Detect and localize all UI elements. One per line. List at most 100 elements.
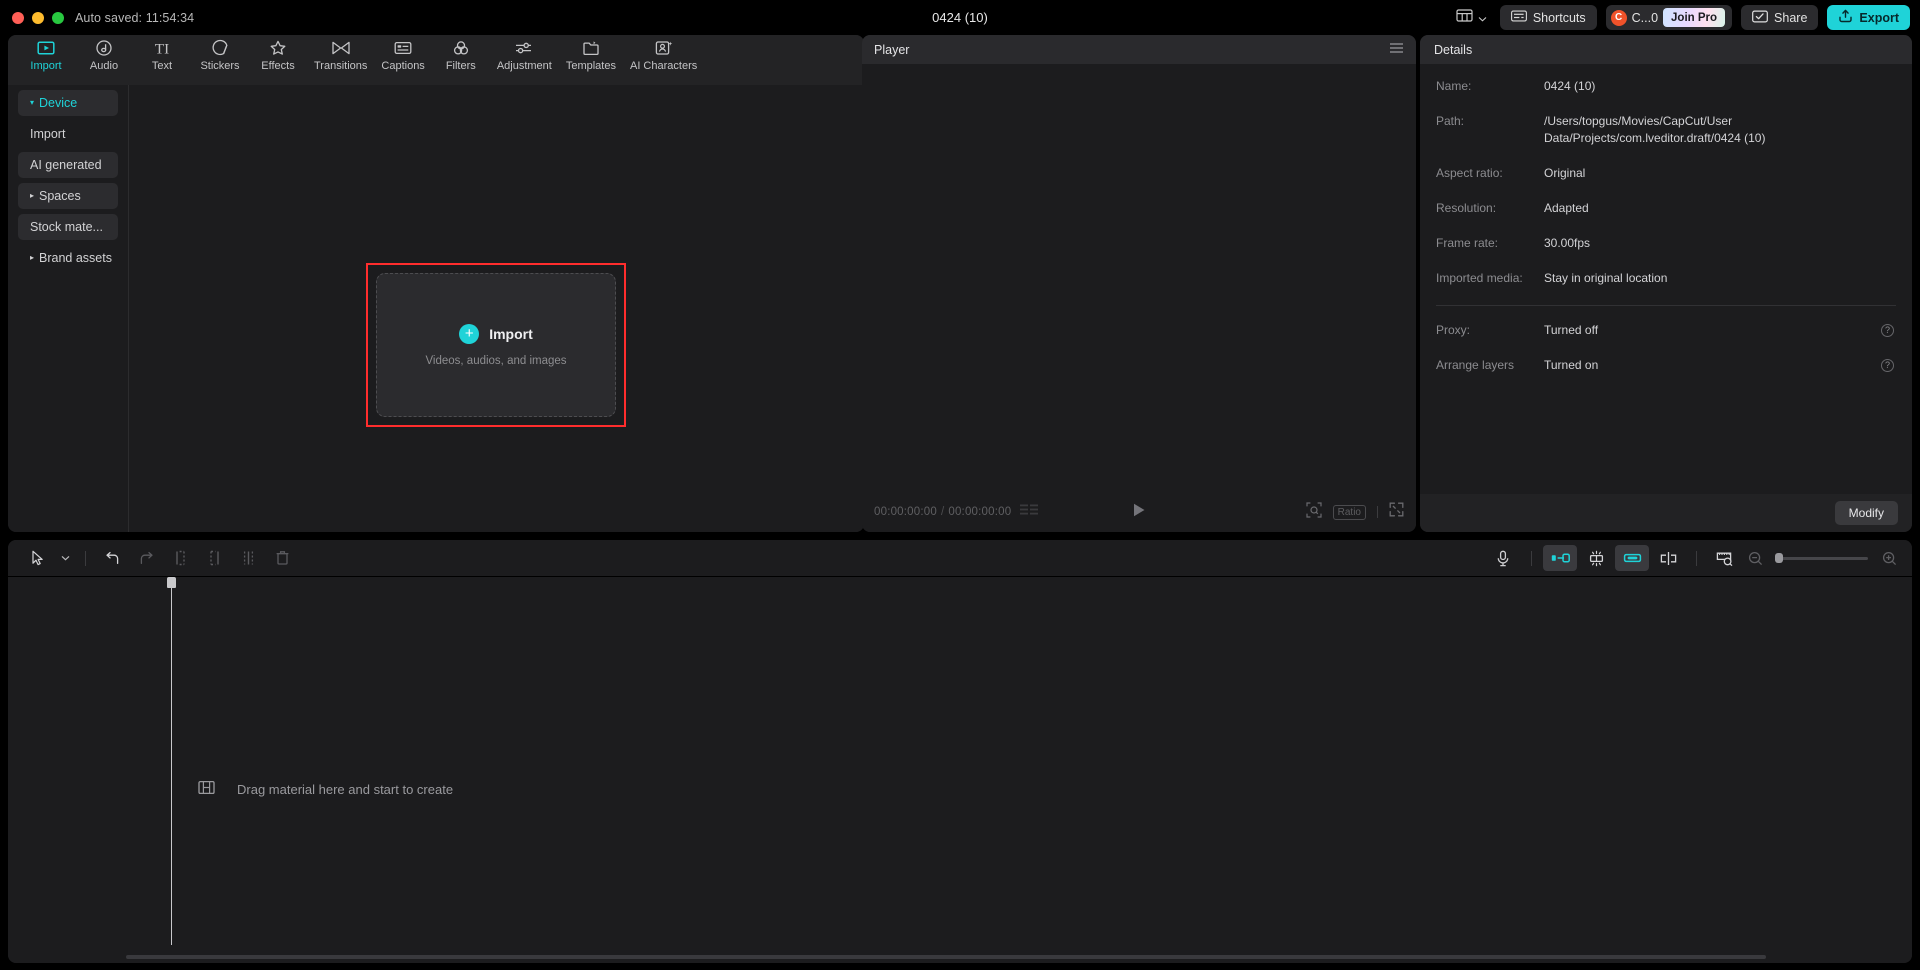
details-value: Turned on (1544, 358, 1599, 372)
microphone-icon[interactable] (1486, 545, 1520, 571)
timeline-empty-label: Drag material here and start to create (237, 781, 454, 797)
autosave-status: Auto saved: 11:54:34 (75, 10, 195, 25)
question-circle-icon[interactable]: ? (1881, 324, 1894, 337)
close-window-button[interactable] (12, 11, 24, 24)
sidebar-item-import[interactable]: Import (18, 121, 118, 147)
timeline-zoom-handle[interactable] (1775, 553, 1783, 563)
timeline-horizontal-scrollbar[interactable] (126, 955, 1766, 959)
zoom-in-icon[interactable] (1878, 545, 1900, 571)
split-right-icon[interactable] (197, 545, 231, 571)
details-key: Resolution: (1436, 201, 1497, 215)
timecode-separator: / (940, 506, 945, 518)
sparkle-star-icon (268, 39, 288, 57)
keyboard-icon (1510, 10, 1527, 25)
undo-arrow-icon[interactable] (95, 545, 129, 571)
play-button[interactable] (1132, 502, 1147, 523)
player-canvas[interactable] (862, 64, 1416, 492)
library-content-area: + Import Videos, audios, and images (129, 85, 864, 532)
details-row-imported-media: Imported media: Stay in original locatio… (1436, 270, 1896, 287)
timeline-tools-left (20, 545, 299, 571)
player-panel: Player 00:00:00:00/00:00:00:00 Ratio (862, 35, 1416, 532)
tab-ai-characters[interactable]: AI Characters (623, 35, 704, 85)
tab-import[interactable]: Import (17, 35, 75, 85)
shortcuts-button[interactable]: Shortcuts (1499, 5, 1597, 30)
details-value: /Users/topgus/Movies/CapCut/User Data/Pr… (1544, 114, 1766, 145)
tab-effects-label: Effects (261, 60, 295, 72)
tab-templates[interactable]: Templates (559, 35, 623, 85)
tab-captions[interactable]: Captions (374, 35, 431, 85)
details-row-frame-rate: Frame rate: 30.00fps (1436, 235, 1896, 252)
redo-arrow-icon[interactable] (129, 545, 163, 571)
svg-text:TI: TI (155, 42, 169, 58)
question-circle-icon[interactable]: ? (1881, 359, 1894, 372)
magnify-frame-icon[interactable] (1306, 501, 1322, 523)
timeline-zoom-slider[interactable] (1775, 553, 1868, 563)
import-button[interactable]: + Import (459, 323, 533, 344)
export-button[interactable]: Export (1827, 5, 1910, 30)
tab-adjustment[interactable]: Adjustment (490, 35, 559, 85)
chevron-down-icon[interactable] (54, 545, 76, 571)
details-key: Arrange layers (1436, 358, 1515, 372)
details-value: Adapted (1544, 201, 1589, 215)
tab-effects[interactable]: Effects (249, 35, 307, 85)
account-label: C...0 (1631, 10, 1659, 25)
details-body: Name: 0424 (10) Path: /Users/topgus/Movi… (1420, 64, 1912, 374)
join-pro-button[interactable]: Join Pro (1663, 8, 1726, 27)
ratio-button[interactable]: Ratio (1332, 504, 1366, 520)
timeline-ruler[interactable] (8, 577, 1912, 597)
tab-stickers[interactable]: Stickers (191, 35, 249, 85)
maximize-window-button[interactable] (52, 11, 64, 24)
details-row-path: Path: /Users/topgus/Movies/CapCut/User D… (1436, 113, 1896, 147)
tab-audio-label: Audio (89, 60, 119, 72)
tab-text-label: Text (151, 60, 173, 72)
timeline-tracks-area[interactable]: Drag material here and start to create (8, 577, 1912, 963)
details-value: Stay in original location (1544, 271, 1668, 285)
sidebar-item-spaces[interactable]: ▸ Spaces (18, 183, 118, 209)
caret-down-icon: ▾ (30, 98, 35, 107)
snap-magnet-icon[interactable] (1579, 545, 1613, 571)
sidebar-item-stock-materials-label: Stock mate... (30, 220, 103, 234)
tab-transitions-label: Transitions (314, 60, 368, 72)
import-drop-zone[interactable]: + Import Videos, audios, and images (376, 273, 616, 417)
share-button[interactable]: Share (1741, 5, 1819, 30)
tab-text[interactable]: TI Text (133, 35, 191, 85)
timeline-playhead[interactable] (167, 577, 176, 945)
layout-panels-icon (1456, 8, 1473, 27)
tab-transitions[interactable]: Transitions (307, 35, 374, 85)
layout-switch-button[interactable] (1452, 5, 1491, 30)
modify-button[interactable]: Modify (1834, 501, 1898, 525)
library-sidebar: ▾ Device Import AI generated ▸ Spaces St… (8, 85, 129, 532)
player-header: Player (862, 35, 1416, 64)
sidebar-item-brand-assets[interactable]: ▸ Brand assets (18, 245, 118, 271)
import-subtitle: Videos, audios, and images (425, 354, 567, 367)
sidebar-item-import-label: Import (30, 127, 66, 141)
sidebar-item-ai-generated[interactable]: AI generated (18, 152, 118, 178)
hamburger-menu-icon[interactable] (1389, 41, 1404, 59)
timeline-preview-icon[interactable] (1708, 545, 1742, 571)
details-panel: Details Name: 0424 (10) Path: /Users/top… (1420, 35, 1912, 532)
delete-trash-icon[interactable] (265, 545, 299, 571)
minimize-window-button[interactable] (32, 11, 44, 24)
titlebar-actions: Shortcuts C C...0 Join Pro Share Export (1452, 0, 1910, 35)
split-left-icon[interactable] (163, 545, 197, 571)
timeline-panel: Drag material here and start to create (8, 540, 1912, 963)
split-center-icon[interactable] (231, 545, 265, 571)
quality-bars-icon[interactable] (1019, 503, 1041, 521)
tab-filters[interactable]: Filters (432, 35, 490, 85)
sidebar-item-stock-materials[interactable]: Stock mate... (18, 214, 118, 240)
playhead-handle[interactable] (167, 577, 176, 588)
sidebar-item-device[interactable]: ▾ Device (18, 90, 118, 116)
zoom-out-icon[interactable] (1744, 545, 1766, 571)
details-key: Name: (1436, 79, 1472, 93)
account-button[interactable]: C C...0 Join Pro (1605, 5, 1733, 30)
import-button-label: Import (489, 325, 533, 342)
details-row-resolution: Resolution: Adapted (1436, 200, 1896, 217)
expand-arrows-icon[interactable] (1389, 502, 1404, 522)
mirror-split-icon[interactable] (1651, 545, 1685, 571)
link-clip-icon[interactable] (1615, 545, 1649, 571)
auto-caption-icon[interactable] (1543, 545, 1577, 571)
export-label: Export (1859, 10, 1899, 25)
select-arrow-icon[interactable] (20, 545, 54, 571)
sidebar-item-spaces-label: Spaces (39, 189, 81, 203)
tab-audio[interactable]: Audio (75, 35, 133, 85)
